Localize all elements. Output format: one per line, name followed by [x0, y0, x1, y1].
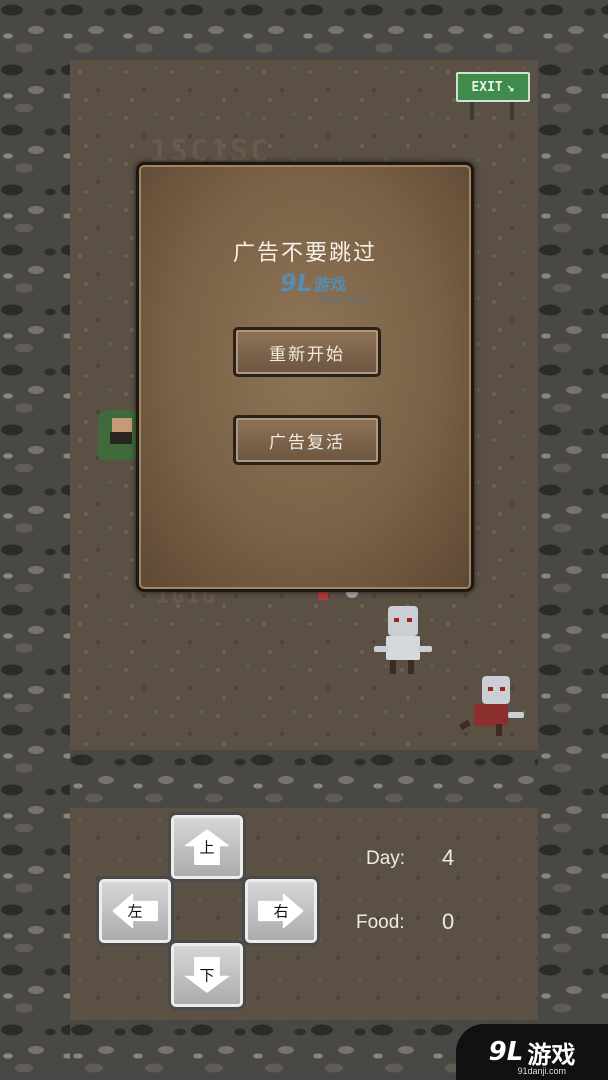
food-label: Food:: [356, 912, 405, 933]
rock-wall-top: [0, 0, 608, 60]
watermark-url: 91danji.com: [320, 295, 370, 304]
rock-wall-left: [0, 60, 70, 1080]
player-character: [98, 404, 138, 466]
restart-button[interactable]: 重新开始: [233, 327, 381, 377]
zombie-eye: [407, 618, 412, 622]
watermark-logo: 9L 游戏 91danji.com: [280, 269, 369, 304]
zombie-enemy: [459, 676, 526, 738]
zombie-leg: [390, 660, 396, 674]
rock-wall-middle: [70, 750, 538, 808]
dpad-down-button[interactable]: 下: [168, 940, 246, 1010]
dpad-right-label: 右: [273, 902, 289, 921]
dpad-right-button[interactable]: 右: [242, 876, 320, 946]
zombie-leg: [459, 719, 471, 731]
zombie-head: [388, 606, 418, 636]
dpad-up-button[interactable]: 上: [168, 812, 246, 882]
logo-text: 游戏: [527, 1040, 576, 1069]
zombie-body: [474, 704, 508, 726]
dpad-left-button[interactable]: 左: [96, 876, 174, 946]
dpad-down-label: 下: [199, 966, 215, 985]
day-value: 4: [442, 845, 455, 870]
zombie-body: [386, 636, 420, 660]
day-label: Day:: [366, 848, 406, 869]
exit-sign: EXIT ↘: [456, 72, 530, 102]
zombie-arm: [374, 646, 388, 652]
zombie-eye: [488, 687, 493, 691]
watermark-number: 9L: [280, 269, 312, 297]
player-beard: [110, 432, 132, 444]
watermark-text: 游戏: [314, 275, 347, 294]
zombie-enemy: [374, 606, 432, 676]
exit-post-right: [510, 102, 514, 120]
dpad-up-label: 上: [199, 838, 215, 857]
game-over-dialog: 广告不要跳过 9L 游戏 91danji.com 重新开始 广告复活: [136, 162, 474, 592]
zombie-eye: [500, 687, 505, 691]
exit-post-left: [470, 102, 474, 120]
logo-number: 9L: [488, 1037, 524, 1067]
arrow-icon: ↘: [506, 79, 515, 95]
food-value: 0: [442, 909, 455, 934]
zombie-leg: [408, 660, 414, 674]
zombie-arm: [418, 646, 432, 652]
zombie-leg: [496, 724, 502, 736]
ad-revive-button[interactable]: 广告复活: [233, 415, 381, 465]
zombie-head: [482, 676, 510, 704]
dpad-left-label: 左: [127, 902, 143, 921]
zombie-eye: [394, 618, 399, 622]
rock-wall-right: [538, 60, 608, 1080]
dialog-title: 广告不要跳过: [232, 241, 377, 266]
zombie-arm: [508, 712, 524, 718]
exit-label: EXIT: [471, 79, 503, 95]
logo-url: 91danji.com: [517, 1066, 566, 1076]
